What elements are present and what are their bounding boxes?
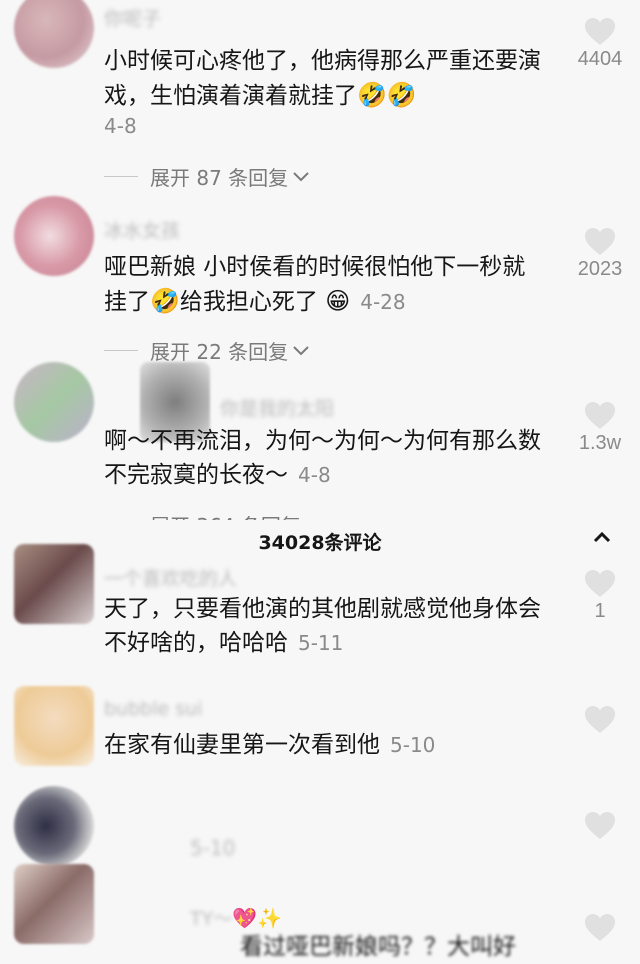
avatar[interactable]: [14, 0, 94, 68]
like-button[interactable]: [570, 812, 630, 840]
username[interactable]: 冰水女孩: [104, 216, 180, 243]
grin-emoji: 😁: [325, 287, 351, 315]
comment-date: 5-10: [190, 836, 236, 860]
heart-icon: [585, 812, 615, 839]
like-button[interactable]: [570, 914, 630, 942]
avatar[interactable]: [14, 362, 94, 442]
comment-text: 小时候可心疼他了，他病得那么严重还要演戏，生怕演着演着就挂了🤣🤣: [104, 48, 541, 109]
username[interactable]: TY～💖✨: [190, 904, 282, 931]
like-count: 1: [594, 600, 606, 622]
expand-replies-button[interactable]: 展开 87 条回复: [104, 162, 310, 191]
username[interactable]: 一个喜欢吃的人: [104, 564, 237, 591]
comment-text: 天了，只要看他演的其他剧就感觉他身体会不好啥的，哈哈哈 5-11: [104, 596, 541, 656]
heart-icon: [585, 914, 615, 941]
heart-icon: [585, 228, 615, 255]
expand-replies-label: 展开 87 条回复: [150, 166, 289, 190]
avatar[interactable]: [14, 544, 94, 624]
like-count: 4404: [577, 48, 623, 70]
avatar[interactable]: [14, 686, 94, 766]
like-button[interactable]: 4404: [570, 18, 630, 71]
comment-count-title: 34028条评论: [258, 532, 382, 554]
divider: [104, 350, 138, 351]
username[interactable]: 你呢子: [104, 4, 161, 31]
like-button[interactable]: 1.3w: [570, 402, 630, 455]
heart-sparkle-emoji: 💖✨: [232, 906, 283, 930]
chevron-up-icon[interactable]: [590, 526, 614, 550]
comment-text: 哑巴新娘 小时侯看的时候很怕他下一秒就挂了🤣给我担心死了 😁 4-28: [104, 254, 526, 315]
username[interactable]: bubble sui: [104, 698, 202, 720]
comments-header: 34028条评论: [0, 520, 640, 564]
like-button[interactable]: [570, 706, 630, 734]
laugh-emoji: 🤣: [150, 287, 180, 315]
like-count: 2023: [577, 258, 623, 280]
comment-date: 5-10: [390, 733, 436, 757]
chevron-down-icon: [293, 171, 309, 181]
heart-icon: [585, 570, 615, 597]
divider: [104, 176, 138, 177]
avatar[interactable]: [14, 786, 94, 866]
chevron-down-icon: [293, 345, 309, 355]
like-button[interactable]: 1: [570, 570, 630, 623]
like-count: 1.3w: [578, 432, 622, 454]
avatar[interactable]: [14, 864, 94, 944]
username[interactable]: 你是我的太阳: [220, 394, 334, 421]
comment-date: 4-28: [360, 290, 406, 314]
comment-date: 4-8: [298, 463, 331, 487]
comment-text: 在家有仙妻里第一次看到他 5-10: [104, 732, 436, 758]
laugh-emoji: 🤣🤣: [357, 81, 417, 109]
heart-icon: [585, 402, 615, 429]
heart-icon: [585, 706, 615, 733]
like-button[interactable]: 2023: [570, 228, 630, 281]
comment-date: 5-11: [298, 631, 344, 655]
comment-text: 啊～不再流泪，为何～为何～为何有那么数不完寂寞的长夜～ 4-8: [104, 428, 541, 488]
avatar[interactable]: [14, 196, 94, 276]
comment-date: 4-8: [104, 114, 137, 138]
expand-replies-label: 展开 22 条回复: [150, 340, 289, 364]
heart-icon: [585, 18, 615, 45]
expand-replies-button[interactable]: 展开 22 条回复: [104, 336, 310, 365]
